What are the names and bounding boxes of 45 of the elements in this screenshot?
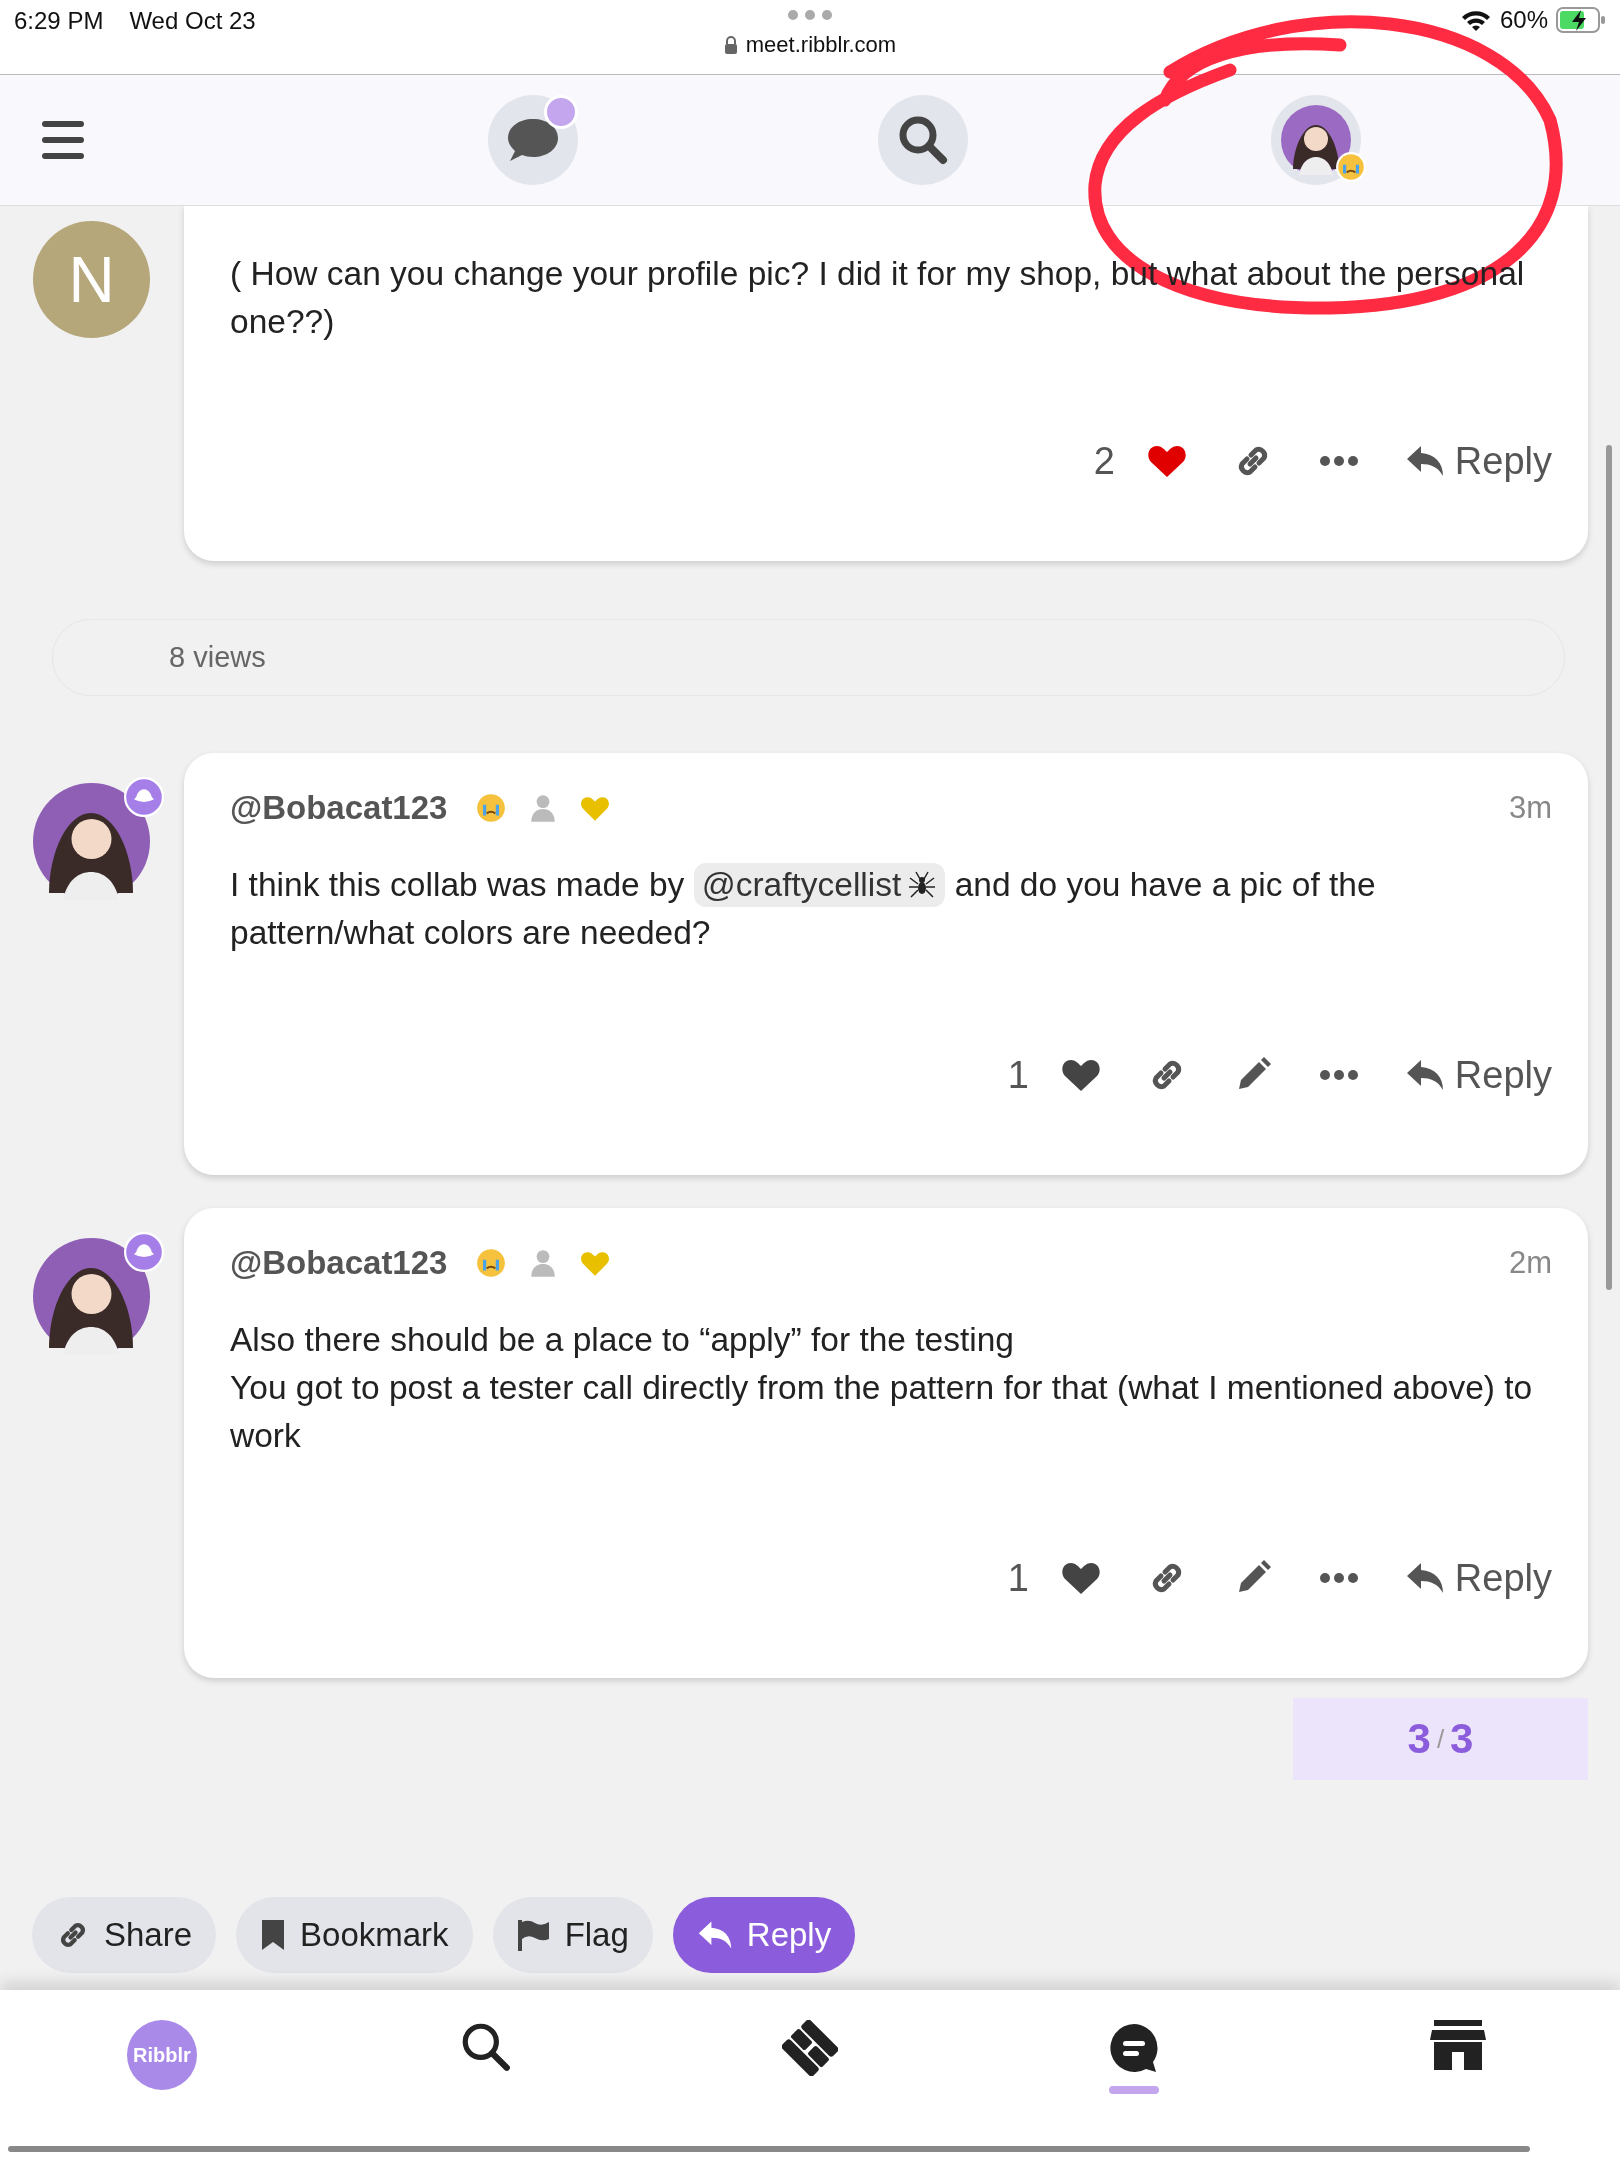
views-count: 8 views [169, 641, 266, 674]
battery-percent: 60% [1499, 6, 1548, 34]
reply-icon [696, 1919, 733, 1951]
post-text: Also there should be a place to “apply” for the testing [230, 1320, 1015, 1360]
status-time: 6:29 PM [14, 7, 104, 35]
more-dots-icon[interactable] [788, 10, 832, 20]
author-name[interactable]: @Bobacat123 [230, 1244, 448, 1282]
avatar-icon [1281, 105, 1351, 175]
flag-button[interactable]: Flag [492, 1897, 653, 1973]
selected-tab-indicator [1109, 2086, 1159, 2094]
spider-icon [907, 870, 938, 900]
reply-button[interactable]: Reply [1404, 439, 1552, 483]
user-avatar[interactable] [33, 783, 150, 900]
battery-icon [1556, 7, 1606, 33]
status-date: Wed Oct 23 [129, 7, 256, 35]
author-name[interactable]: @Bobacat123 [230, 789, 448, 827]
user-avatar[interactable] [33, 1238, 150, 1355]
tiles-icon [782, 2020, 838, 2076]
reply-button[interactable]: Reply [672, 1897, 856, 1973]
menu-icon[interactable] [42, 121, 84, 159]
like-count: 1 [1007, 1556, 1029, 1600]
lock-icon [723, 36, 738, 54]
hat-badge-icon [124, 777, 164, 817]
bookmark-icon [260, 1918, 287, 1952]
post-counter[interactable]: 3/3 [1293, 1698, 1588, 1780]
like-count: 1 [1007, 1053, 1029, 1097]
flag-icon [516, 1918, 551, 1952]
like-count: 2 [1093, 439, 1115, 483]
post-text: I think this collab was made by @craftycellist and do you have a pic of the pattern/what colors are needed? [230, 861, 1552, 957]
crying-emoji-icon [475, 1247, 508, 1279]
hat-badge-icon [124, 1232, 164, 1272]
shop-icon [1430, 2020, 1486, 2070]
user-mention[interactable]: @craftycellist [693, 863, 946, 907]
reply-button[interactable]: Reply [1404, 1053, 1552, 1097]
reply-button[interactable]: Reply [1404, 1556, 1552, 1600]
crying-emoji-icon [1335, 151, 1367, 183]
bookmark-button[interactable]: Bookmark [236, 1897, 473, 1973]
notification-dot [544, 95, 578, 129]
url-text[interactable]: meet.ribblr.com [745, 32, 897, 58]
search-icon [897, 114, 949, 166]
post-time: 3m [1508, 790, 1552, 826]
post-time: 2m [1508, 1245, 1552, 1281]
crying-emoji-icon [475, 792, 508, 824]
post-text: You got to post a tester call directly from the pattern for that (what I mentioned above) to work [230, 1368, 1534, 1456]
share-button[interactable]: Share [32, 1897, 217, 1973]
